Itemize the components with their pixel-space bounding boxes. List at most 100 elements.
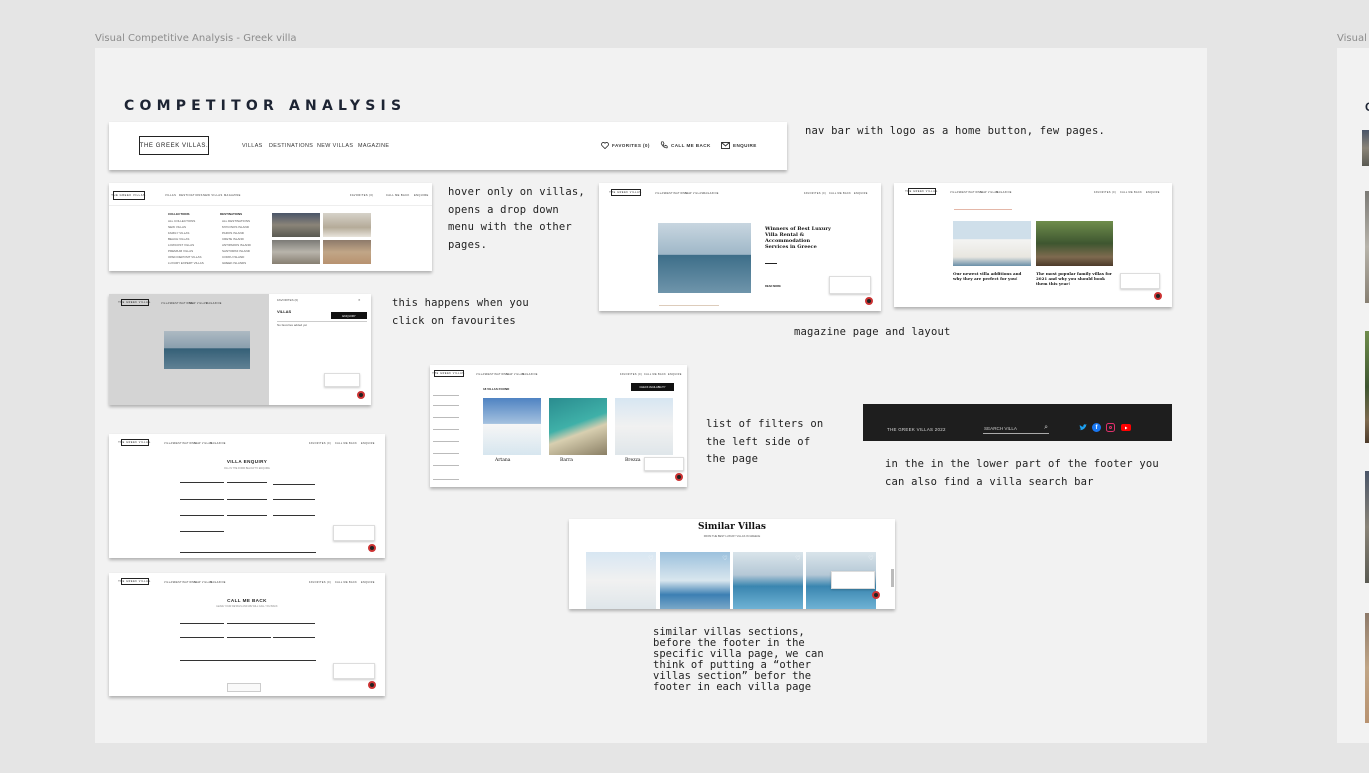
dd-image-4[interactable] [323, 240, 371, 264]
fav-overlay[interactable] [109, 294, 269, 405]
dd-coll-3[interactable]: BEACH VILLAS [168, 237, 189, 241]
phone-icon[interactable] [660, 141, 668, 149]
favourites-screenshot: THE GREEK VILLAS. VILLAS DESTINATIONS NE… [109, 294, 371, 405]
heart-icon[interactable] [601, 141, 609, 149]
mag2-article-2-title[interactable]: Our newest villa additions and why they … [953, 271, 1031, 281]
nav-link-magazine[interactable]: MAGAZINE [358, 143, 389, 149]
similar-chat-icon[interactable] [872, 591, 880, 599]
dd-dest-3[interactable]: CRETE ISLAND [222, 237, 244, 241]
recaptcha-box[interactable] [227, 683, 261, 692]
villa-card-image-3[interactable] [615, 398, 673, 455]
dd-call: CALL ME BACK [386, 194, 410, 197]
filters-nav-villas: VILLAS [476, 373, 487, 376]
check-availability-button[interactable]: CHECK AVAILABILITY [631, 383, 674, 391]
dd-dest-2[interactable]: PAROS ISLAND [222, 231, 244, 235]
note-filters: list of filters on the left side of the … [706, 418, 824, 465]
dd-coll-4[interactable]: LOWCOST VILLAS [168, 243, 194, 247]
filters-enquire: ENQUIRE [668, 373, 682, 376]
fav-chat-popup [324, 373, 360, 387]
analysis-frame-right: C [1337, 48, 1369, 743]
filters-chat-icon[interactable] [675, 473, 683, 481]
dd-dest-1[interactable]: MYKONOS ISLAND [222, 225, 249, 229]
similar-title: Similar Villas [698, 522, 766, 532]
callback-subtitle: LEAVE YOUR DETAILS AND WE WILL CALL YOU … [216, 605, 278, 608]
similar-heart-icon-3[interactable]: ♡ [795, 555, 801, 562]
note-magazine: magazine page and layout [794, 326, 951, 338]
dd-coll-7[interactable]: LUXURY EXPERT VILLAS [168, 261, 204, 265]
mag2-nav-dest: DESTINATIONS [960, 191, 983, 194]
dropdown-screenshot: THE GREEK VILLAS. VILLAS DESTINATIONS NE… [109, 183, 432, 271]
similar-villa-image-3[interactable] [733, 552, 803, 609]
enquire-link[interactable]: ENQUIRE [733, 143, 757, 148]
dd-coll-2[interactable]: FAMILY VILLAS [168, 231, 189, 235]
villa-card-image-2[interactable] [549, 398, 607, 455]
mag-nav-villas: VILLAS [655, 192, 666, 195]
similar-heart-icon-2[interactable]: ♡ [722, 555, 728, 562]
call-me-back-link[interactable]: CALL ME BACK [671, 143, 711, 148]
nav-link-new-villas[interactable]: NEW VILLAS [317, 143, 353, 149]
similar-villa-image-2[interactable] [660, 552, 730, 609]
search-icon[interactable]: ⌕ [1044, 424, 1048, 432]
filters-logo: THE GREEK VILLAS. [432, 370, 466, 377]
similar-heart-icon-4[interactable]: ♡ [868, 555, 874, 562]
mag-read-more[interactable]: READ MORE [765, 285, 781, 288]
dd-image-3[interactable] [272, 240, 320, 264]
mag-article-image[interactable] [658, 223, 751, 293]
dd-coll-5[interactable]: PREMIUM VILLAS [168, 249, 193, 253]
enquiry-form-screenshot: THE GREEK VILLAS. VILLAS DESTINATIONS NE… [109, 434, 385, 558]
nav-link-destinations[interactable]: DESTINATIONS [269, 143, 313, 149]
footer-brand: THE GREEK VILLAS 2022 [887, 427, 946, 432]
panel-title: VILLAS [277, 309, 292, 314]
dd-dest-5[interactable]: SANTORINI ISLAND [222, 249, 250, 253]
similar-heart-icon-1[interactable]: ♡ [648, 555, 654, 562]
dropdown-logo: THE GREEK VILLAS. [111, 191, 146, 200]
enq-fav: FAVORITES (0) [309, 442, 332, 445]
magazine-screenshot-2: THE GREEK VILLAS. VILLAS DESTINATIONS NE… [894, 183, 1172, 307]
nav-link-villas[interactable]: VILLAS [242, 143, 263, 149]
mag-chat-icon[interactable] [865, 297, 873, 305]
mag-article-title[interactable]: Winners of Best Luxury Villa Rental & Ac… [765, 226, 835, 250]
dd-nav-villas: VILLAS [165, 194, 177, 197]
panel-enquiry-button[interactable]: ENQUIRY [331, 312, 367, 319]
chat-icon[interactable] [357, 391, 365, 399]
dd-dest-6[interactable]: CORFU ISLAND [222, 255, 244, 259]
villa-card-image-1[interactable] [483, 398, 541, 455]
dd-dest-7[interactable]: GREEK ISLANDS [222, 261, 246, 265]
mag2-chat-icon[interactable] [1154, 292, 1162, 300]
villa-card-name-2[interactable]: Barra [560, 458, 573, 463]
villa-card-name-1[interactable]: Artana [495, 458, 510, 463]
panel-close-icon[interactable]: ✕ [358, 298, 361, 302]
enq-logo: THE GREEK VILLAS. [118, 439, 152, 446]
similar-villas-screenshot: Similar Villas FROM THE BEST LUXURY VILL… [569, 519, 895, 609]
youtube-icon[interactable] [1121, 424, 1131, 431]
dd-image-2[interactable] [323, 213, 371, 237]
mag2-chat-popup [1120, 273, 1160, 289]
navbar-logo[interactable]: THE GREEK VILLAS. [139, 136, 209, 155]
filters-call: CALL ME BACK [644, 373, 667, 376]
dd-coll-6[interactable]: OPEN DEPOSIT VILLAS [168, 255, 201, 259]
frame-label: Visual Competitive Analysis - Greek vill… [95, 33, 297, 44]
favorites-link[interactable]: FAVORITES (0) [612, 143, 650, 148]
facebook-icon[interactable]: f [1092, 423, 1101, 432]
similar-villa-image-1[interactable] [586, 552, 656, 609]
villa-card-name-3[interactable]: Brezza [625, 458, 641, 463]
filter-sidebar[interactable] [433, 385, 461, 485]
enq-chat-icon[interactable] [368, 544, 376, 552]
mag2-article-3-title[interactable]: The most popular family villas for 2021 … [1036, 271, 1114, 286]
mag2-image-1[interactable] [953, 221, 1031, 266]
twitter-icon[interactable] [1078, 423, 1087, 432]
mag2-image-2[interactable] [1036, 221, 1113, 266]
mag-nav-new: NEW VILLAS [685, 192, 704, 195]
dd-dest-0[interactable]: ALL DESTINATIONS [222, 219, 250, 223]
dd-coll-0[interactable]: ALL COLLECTIONS [168, 219, 195, 223]
dd-image-1[interactable] [272, 213, 320, 237]
instagram-icon[interactable] [1106, 423, 1115, 432]
cb-chat-icon[interactable] [368, 681, 376, 689]
mag2-nav-mag: MAGAZINE [996, 191, 1012, 194]
enq-nav-dest: DESTINATIONS [174, 442, 197, 445]
similar-scrollbar[interactable] [891, 569, 894, 587]
dd-dest-4[interactable]: ANTIPAROS ISLAND [222, 243, 251, 247]
dd-coll-1[interactable]: NEW VILLAS [168, 225, 186, 229]
footer-search-input[interactable]: SEARCH VILLA ⌕ [983, 424, 1049, 434]
mail-icon[interactable] [721, 141, 730, 149]
